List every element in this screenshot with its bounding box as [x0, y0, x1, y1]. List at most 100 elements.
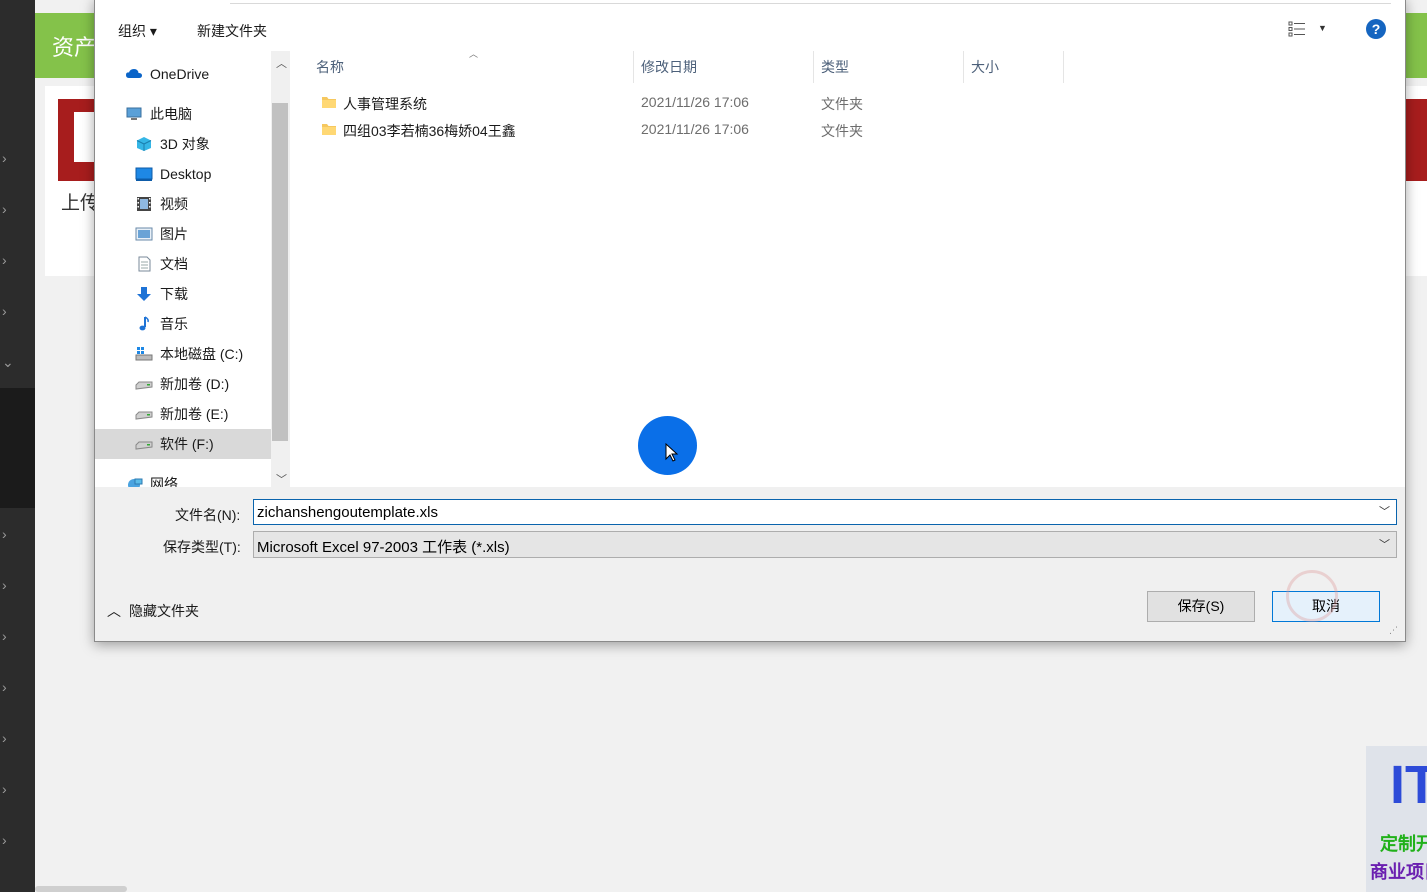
chevron-up-icon: ︿ — [107, 603, 121, 619]
search-box[interactable] — [1139, 0, 1391, 4]
music-icon — [139, 316, 149, 331]
chevron-right-icon[interactable]: › — [0, 514, 35, 554]
banner-image — [1403, 99, 1427, 181]
nav-item-drive-d[interactable]: 新加卷 (D:) — [95, 369, 271, 399]
new-folder-button[interactable]: 新建文件夹 — [197, 21, 267, 41]
hide-folders-toggle[interactable]: ︿ 隐藏文件夹 — [107, 601, 199, 621]
nav-item-music[interactable]: 音乐 — [95, 309, 271, 339]
chevron-down-icon[interactable]: ▼ — [1318, 23, 1327, 33]
nav-item-pictures[interactable]: 图片 — [95, 219, 271, 249]
column-divider[interactable] — [1063, 51, 1064, 83]
system-drive-icon — [135, 347, 153, 361]
filename-input[interactable] — [253, 499, 1397, 525]
drive-icon — [135, 441, 153, 450]
chevron-down-icon[interactable]: ⌄ — [0, 342, 35, 382]
nav-item-drive-e[interactable]: 新加卷 (E:) — [95, 399, 271, 429]
chevron-right-icon[interactable]: › — [0, 240, 35, 280]
nav-item-desktop[interactable]: Desktop — [95, 159, 271, 189]
page-title: 资产 — [52, 35, 97, 60]
nav-item-drive-f[interactable]: 软件 (F:) — [95, 429, 271, 459]
help-icon[interactable]: ? — [1366, 19, 1386, 39]
chevron-down-icon[interactable]: ﹀ — [1379, 503, 1390, 519]
nav-item-label: 下载 — [160, 286, 188, 302]
chevron-right-icon[interactable]: › — [0, 138, 35, 178]
hide-folders-label: 隐藏文件夹 — [129, 603, 199, 619]
resize-grip-icon[interactable]: ⋰ — [1389, 625, 1398, 636]
desktop-icon — [135, 167, 153, 181]
nav-item-this-pc[interactable]: 此电脑 — [95, 99, 271, 129]
nav-item-network[interactable]: 网络 — [95, 469, 271, 487]
cube-icon — [136, 137, 152, 151]
file-name: 四组03李若楠36梅娇04王鑫 — [343, 123, 516, 139]
file-type: 文件夹 — [821, 96, 863, 112]
chevron-right-icon[interactable]: › — [0, 291, 35, 331]
drive-icon — [135, 381, 153, 390]
folder-icon — [322, 124, 336, 135]
ad-line: 商业项目 — [1370, 862, 1427, 882]
view-options-icon[interactable] — [1288, 21, 1306, 37]
dialog-footer: 文件名(N): ﹀ 保存类型(T): Microsoft Excel 97-20… — [95, 487, 1405, 641]
column-header-name[interactable]: 名称 — [316, 51, 344, 83]
nav-item-3d-objects[interactable]: 3D 对象 — [95, 129, 271, 159]
network-icon — [128, 478, 143, 487]
nav-item-downloads[interactable]: 下载 — [95, 279, 271, 309]
chevron-right-icon[interactable]: › — [0, 565, 35, 605]
chevron-right-icon[interactable]: › — [0, 189, 35, 229]
ad-line: 定制开发 — [1380, 834, 1427, 854]
address-bar[interactable] — [230, 0, 1252, 4]
column-divider[interactable] — [813, 51, 814, 83]
chevron-down-icon[interactable]: ﹀ — [1379, 536, 1390, 552]
ad-banner[interactable]: IT 定制开发 商业项目 — [1366, 746, 1427, 892]
column-header-size[interactable]: 大小 — [971, 51, 999, 83]
file-type: 文件夹 — [821, 123, 863, 139]
filetype-select[interactable]: Microsoft Excel 97-2003 工作表 (*.xls) — [253, 531, 1397, 558]
watermark-ring — [1286, 570, 1338, 622]
chevron-right-icon[interactable]: › — [0, 820, 35, 860]
chevron-right-icon[interactable]: › — [0, 718, 35, 758]
picture-icon — [135, 227, 153, 241]
file-list: ︿ 名称 修改日期 类型 大小 人事管理系统 2021/11/26 17:06 … — [291, 49, 1405, 487]
document-icon — [138, 256, 151, 272]
chevron-right-icon[interactable]: › — [0, 616, 35, 656]
nav-item-label: 图片 — [160, 226, 188, 242]
nav-item-label: 新加卷 (E:) — [160, 406, 229, 422]
file-row[interactable]: 四组03李若楠36梅娇04王鑫 2021/11/26 17:06 文件夹 — [291, 117, 1091, 143]
drive-icon — [135, 411, 153, 420]
file-row[interactable]: 人事管理系统 2021/11/26 17:06 文件夹 — [291, 90, 1091, 116]
save-as-dialog: 组织 ▾ 新建文件夹 ▼ ? OneDrive 此电脑 3D 对象 Deskto… — [94, 0, 1406, 642]
chevron-right-icon[interactable]: › — [0, 769, 35, 809]
nav-item-label: 网络 — [150, 476, 178, 487]
folder-icon — [322, 97, 336, 108]
file-name: 人事管理系统 — [343, 96, 427, 112]
filename-label: 文件名(N): — [175, 507, 241, 523]
nav-item-label: 此电脑 — [150, 106, 192, 122]
nav-item-label: 3D 对象 — [160, 136, 210, 152]
video-icon — [137, 197, 151, 211]
chevron-right-icon[interactable]: › — [0, 667, 35, 707]
scroll-down-icon[interactable]: ﹀ — [276, 471, 287, 487]
scroll-up-icon[interactable]: ︿ — [276, 55, 287, 71]
nav-item-label: Desktop — [160, 166, 212, 182]
column-divider[interactable] — [963, 51, 964, 83]
sidebar-item-active[interactable] — [0, 428, 35, 468]
horizontal-scrollbar[interactable] — [35, 886, 127, 892]
file-date: 2021/11/26 17:06 — [641, 121, 749, 137]
sidebar-item-active[interactable] — [0, 468, 35, 508]
sidebar-item-active[interactable] — [0, 388, 35, 428]
nav-item-label: 新加卷 (D:) — [160, 376, 230, 392]
organize-button[interactable]: 组织 ▾ — [118, 21, 157, 41]
nav-item-documents[interactable]: 文档 — [95, 249, 271, 279]
nav-scrollbar-thumb[interactable] — [272, 103, 288, 441]
nav-item-videos[interactable]: 视频 — [95, 189, 271, 219]
nav-item-label: 软件 (F:) — [160, 436, 214, 452]
file-date: 2021/11/26 17:06 — [641, 94, 749, 110]
download-icon — [137, 287, 151, 301]
save-button[interactable]: 保存(S) — [1147, 591, 1255, 622]
column-divider[interactable] — [633, 51, 634, 83]
ad-logo: IT — [1390, 755, 1427, 815]
nav-item-onedrive[interactable]: OneDrive — [95, 59, 271, 89]
nav-item-drive-c[interactable]: 本地磁盘 (C:) — [95, 339, 271, 369]
nav-item-label: OneDrive — [150, 66, 210, 82]
column-header-type[interactable]: 类型 — [821, 51, 849, 83]
column-header-date[interactable]: 修改日期 — [641, 51, 697, 83]
